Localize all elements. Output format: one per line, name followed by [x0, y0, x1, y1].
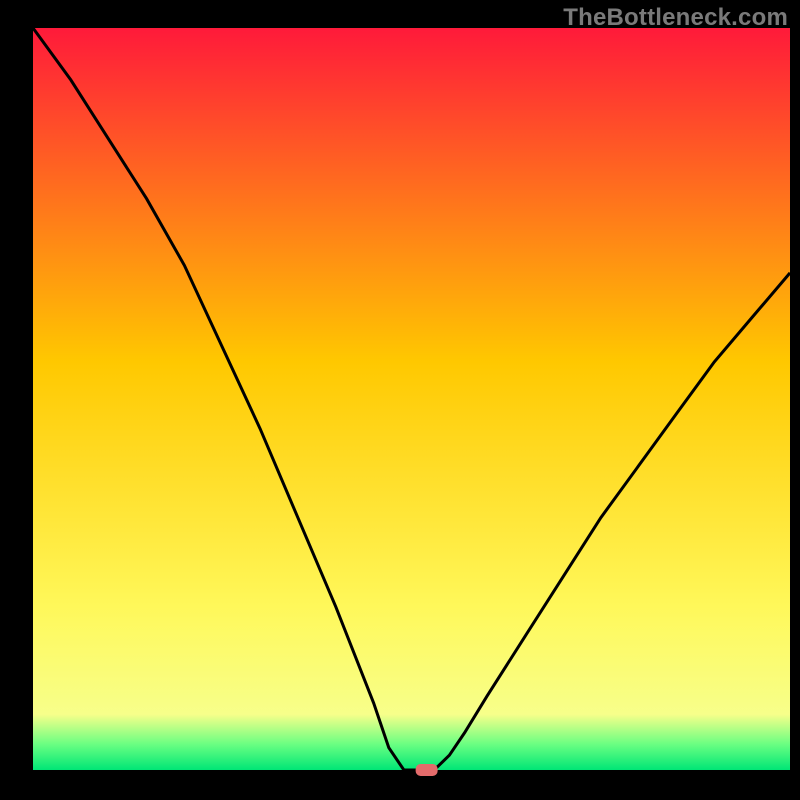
chart-container: TheBottleneck.com: [0, 0, 800, 800]
plot-background: [33, 28, 790, 770]
watermark-text: TheBottleneck.com: [563, 4, 788, 32]
optimum-marker: [416, 764, 438, 776]
axis-left: [29, 28, 33, 774]
bottleneck-chart: [0, 0, 800, 800]
